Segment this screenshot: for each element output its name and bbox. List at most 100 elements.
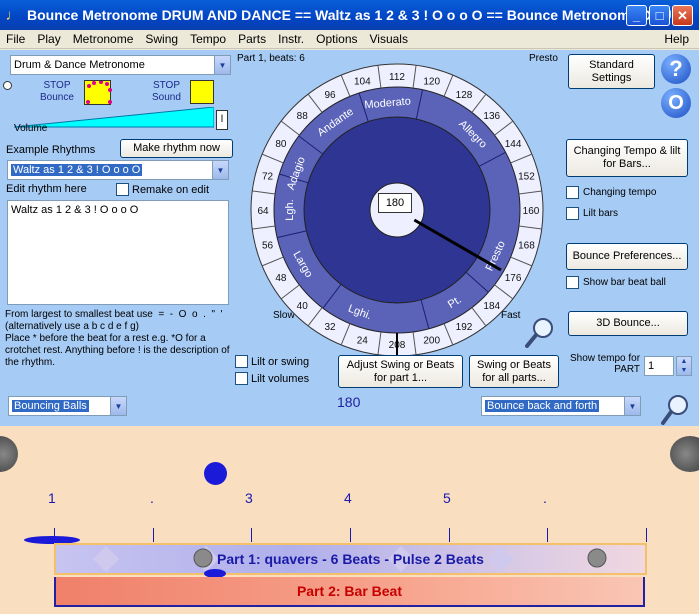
beat-tick [646, 528, 647, 542]
beat-number-5: 5 [443, 490, 451, 506]
bounce-visual-panel: Bouncing Balls ▼ 180 Bounce back and for… [0, 392, 699, 614]
swing-all-parts-button[interactable]: Swing or Beats for all parts... [469, 355, 559, 388]
bounce-mode-o-icon[interactable]: O [661, 88, 691, 118]
menu-bar: File Play Metronome Swing Tempo Parts In… [0, 30, 699, 49]
show-bar-beat-ball-checkbox[interactable] [566, 276, 579, 289]
dial-tick-label: 104 [354, 77, 371, 88]
volume-thumb[interactable]: l [216, 110, 228, 130]
metronome-type-value: Drum & Dance Metronome [14, 59, 145, 71]
volume-label: Volume [14, 123, 48, 134]
dial-tick-label: 48 [275, 273, 287, 284]
close-button[interactable]: ✕ [672, 5, 693, 26]
magnifier-icon[interactable] [524, 316, 556, 350]
lilt-volumes-label: Lilt volumes [251, 373, 310, 385]
window-title: Bounce Metronome DRUM AND DANCE == Waltz… [27, 7, 684, 23]
stop-sound-button[interactable] [190, 80, 214, 104]
remake-on-edit-checkbox[interactable] [116, 183, 129, 196]
changing-tempo-label: Changing tempo [583, 187, 657, 198]
part1-label: Part 1: quavers - 6 Beats - Pulse 2 Beat… [217, 551, 484, 567]
example-rhythm-select[interactable]: Waltz as 1 2 & 3 ! O o o O ▼ [7, 160, 229, 180]
tempo-value-display[interactable]: 180 [378, 193, 412, 213]
help-question-icon[interactable]: ? [661, 54, 691, 84]
dial-tick-label: 120 [423, 77, 440, 88]
minimize-button[interactable]: _ [626, 5, 647, 26]
rhythm-help-text: From largest to smallest beat use = - O … [5, 309, 230, 368]
dial-tick-label: 80 [275, 139, 287, 150]
beat-tick [547, 528, 548, 542]
bounce-style-value: Bounce back and forth [485, 400, 600, 412]
menu-swing[interactable]: Swing [139, 32, 184, 46]
menu-tempo[interactable]: Tempo [184, 32, 232, 46]
rhythm-edit-textarea[interactable]: Waltz as 1 2 & 3 ! O o o O [7, 200, 229, 305]
dial-tick-label: 96 [324, 90, 336, 101]
bouncing-mode-value: Bouncing Balls [12, 400, 89, 412]
menu-visuals[interactable]: Visuals [364, 32, 414, 46]
beat-number-4: 4 [344, 490, 352, 506]
menu-options[interactable]: Options [310, 32, 363, 46]
beat-number-6: . [543, 490, 547, 506]
app-metronome-icon: ♩ [5, 6, 21, 24]
show-bar-beat-ball-label: Show bar beat ball [583, 277, 666, 288]
adjust-swing-button[interactable]: Adjust Swing or Beats for part 1... [338, 355, 463, 388]
part1-bar[interactable]: Part 1: quavers - 6 Beats - Pulse 2 Beat… [54, 543, 647, 575]
tempo-dial-panel: Part 1, beats: 6 Presto Slow Fast 104 112… [233, 50, 562, 392]
make-rhythm-button[interactable]: Make rhythm now [120, 139, 233, 158]
changing-tempo-button[interactable]: Changing Tempo & lilt for Bars... [566, 139, 688, 177]
changing-tempo-checkbox[interactable] [566, 186, 579, 199]
edit-rhythm-label: Edit rhythm here [6, 183, 87, 195]
dial-tick-label: 144 [505, 139, 522, 150]
chevron-down-icon: ▼ [214, 56, 230, 74]
menu-help[interactable]: Help [658, 32, 699, 46]
radio-option[interactable] [3, 81, 12, 90]
part-number-input[interactable]: 1 [644, 356, 674, 376]
dial-tick-label: 88 [297, 111, 309, 122]
bounce-style-select[interactable]: Bounce back and forth ▼ [481, 396, 641, 416]
menu-instr[interactable]: Instr. [272, 32, 310, 46]
stop-bounce-label: STOP Bounce [40, 80, 74, 103]
remake-on-edit-label: Remake on edit [132, 184, 210, 196]
dial-tick-label: 56 [262, 241, 274, 252]
menu-play[interactable]: Play [31, 32, 66, 46]
lilt-swing-label: Lilt or swing [251, 356, 310, 368]
left-drum-pad [0, 436, 18, 472]
dial-tick-label: 128 [456, 90, 473, 101]
dial-tick-label: 136 [483, 111, 500, 122]
dial-tick-label: 192 [456, 322, 473, 333]
lilt-bars-checkbox[interactable] [566, 207, 579, 220]
bounce-magnifier-icon[interactable] [661, 394, 691, 426]
menu-parts[interactable]: Parts [232, 32, 272, 46]
beat-tick [449, 528, 450, 542]
chevron-down-icon: ▼ [212, 161, 228, 179]
part2-bar[interactable]: Part 2: Bar Beat [54, 577, 645, 607]
3d-bounce-button[interactable]: 3D Bounce... [568, 311, 688, 336]
part-number-stepper[interactable]: ▲ ▼ [676, 356, 692, 376]
beat-number-3: 3 [245, 490, 253, 506]
dial-tick-label: 24 [357, 335, 369, 346]
beat-tick [153, 528, 154, 542]
stop-bounce-button[interactable] [84, 80, 112, 105]
right-panel: Standard Settings ? O Changing Tempo & l… [562, 50, 699, 392]
lilt-swing-checkbox[interactable] [235, 355, 248, 368]
metronome-type-select[interactable]: Drum & Dance Metronome ▼ [10, 55, 231, 75]
bpm-display: 180 [337, 394, 361, 410]
bouncing-mode-select[interactable]: Bouncing Balls ▼ [8, 396, 127, 416]
bounce-dots-icon [86, 80, 112, 104]
dial-tick-label: 200 [423, 335, 440, 346]
dial-tick-label: 176 [505, 273, 522, 284]
bouncing-ball [204, 462, 227, 485]
beat-tick [350, 528, 351, 542]
stop-sound-label: STOP Sound [152, 80, 181, 103]
dial-tick-label: 72 [262, 171, 274, 182]
dial-tick-label: 32 [324, 322, 336, 333]
menu-metronome[interactable]: Metronome [67, 32, 140, 46]
dial-tick-label: 112 [389, 72, 405, 83]
dial-tick-label: 184 [483, 301, 500, 312]
maximize-button[interactable]: □ [649, 5, 670, 26]
menu-file[interactable]: File [0, 32, 31, 46]
chevron-down-icon: ▼ [110, 397, 126, 415]
dial-tick-label: 168 [518, 241, 535, 252]
lilt-volumes-checkbox[interactable] [235, 372, 248, 385]
bounce-preferences-button[interactable]: Bounce Preferences... [566, 243, 688, 270]
example-rhythms-label: Example Rhythms [6, 144, 96, 156]
standard-settings-button[interactable]: Standard Settings [568, 54, 655, 89]
